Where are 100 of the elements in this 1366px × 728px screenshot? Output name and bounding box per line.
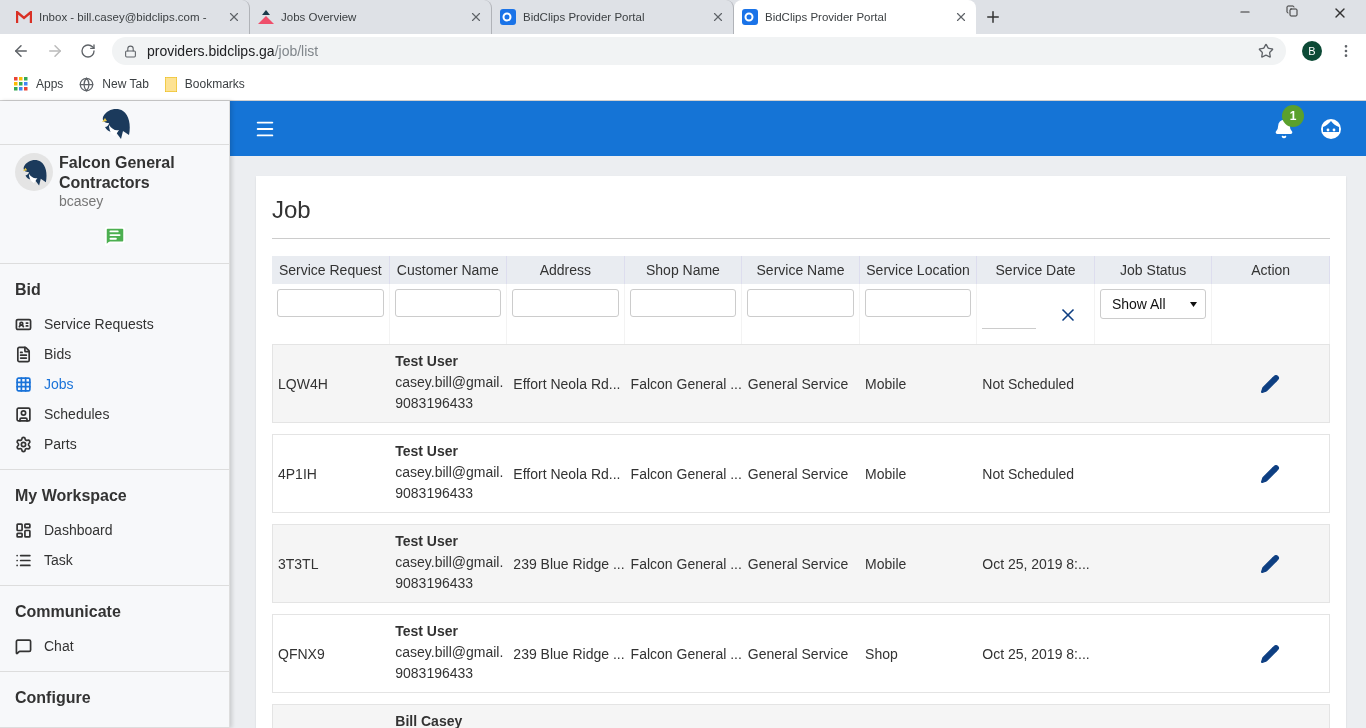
bookmark-link[interactable]: New Tab xyxy=(102,77,149,91)
browser-tab[interactable]: BidClips Provider Portal xyxy=(734,0,976,34)
section-heading: Bid xyxy=(15,281,42,299)
company-name: Falcon General Contractors xyxy=(59,153,176,193)
contact-icon xyxy=(15,405,32,423)
table-cell-text: Not Scheduled xyxy=(981,374,1076,394)
chat-icon xyxy=(15,637,32,655)
section-heading: Configure xyxy=(15,689,92,707)
column-header[interactable]: Job Status xyxy=(1094,256,1213,284)
customer-name: Test User xyxy=(395,352,459,371)
portal-icon xyxy=(742,9,758,25)
portal-icon xyxy=(500,9,516,25)
column-header[interactable]: Customer Name xyxy=(389,256,508,284)
nav-item[interactable]: Schedules xyxy=(15,399,214,429)
edit-button[interactable] xyxy=(1260,373,1281,394)
grid-icon xyxy=(15,375,32,393)
filter-field[interactable] xyxy=(629,289,737,317)
customer-email: casey.bill@gmail. xyxy=(395,373,504,392)
table-cell-text: Mobile xyxy=(864,554,908,574)
lock-icon xyxy=(124,44,137,58)
page-title: Job xyxy=(272,192,1330,239)
column-header[interactable]: Action xyxy=(1212,256,1330,284)
table-cell-text: Falcon General ... xyxy=(629,374,743,394)
globe-icon xyxy=(79,76,95,92)
customer-phone: 9083196433 xyxy=(395,664,475,683)
settings-icon xyxy=(15,435,32,453)
customer-phone: 9083196433 xyxy=(395,574,475,593)
filter-field[interactable] xyxy=(747,289,854,317)
nav-item[interactable]: Chat xyxy=(15,631,214,661)
dashboard-icon xyxy=(15,521,32,539)
table-cell-text: 239 Blue Ridge ... xyxy=(512,554,626,574)
customer-name: Test User xyxy=(395,442,459,461)
table-cell-text: Effort Neola Rd... xyxy=(512,464,622,484)
filter-field[interactable] xyxy=(512,289,619,317)
folder-icon xyxy=(164,76,177,92)
close-icon[interactable] xyxy=(469,10,483,24)
customer-phone: 9083196433 xyxy=(395,484,475,503)
table-cell-text: General Service xyxy=(746,374,850,394)
star-icon[interactable] xyxy=(1258,43,1274,59)
back-icon[interactable] xyxy=(12,42,30,60)
table-cell-text: 4P1IH xyxy=(277,464,318,484)
notification-badge: 1 xyxy=(1282,104,1304,127)
user-face-icon[interactable] xyxy=(1320,117,1342,140)
new-tab-icon[interactable] xyxy=(984,8,1002,26)
edit-button[interactable] xyxy=(1260,463,1281,484)
table-cell-text: Effort Neola Rd... xyxy=(512,374,622,394)
username: bcasey xyxy=(59,193,105,209)
address-field[interactable]: providers.bidclips.ga/job/list xyxy=(112,37,1286,65)
customer-phone: 9083196433 xyxy=(395,394,475,413)
close-icon[interactable] xyxy=(227,10,241,24)
nav-item[interactable]: Dashboard xyxy=(15,515,214,545)
table-cell-text: 3T3TL xyxy=(277,554,320,574)
customer-email: casey.bill@gmail. xyxy=(395,463,504,482)
column-header[interactable]: Service Request xyxy=(272,256,390,284)
profile-avatar[interactable]: B xyxy=(1302,41,1322,61)
customer-email: casey.bill@gmail. xyxy=(395,643,504,662)
table-cell-text: Falcon General ... xyxy=(629,554,743,574)
table-cell-text: General Service xyxy=(746,644,850,664)
mail-icon xyxy=(16,11,32,23)
table-cell-text: Oct 25, 2019 8:... xyxy=(981,644,1091,664)
table-cell-text: Shop xyxy=(864,644,899,664)
bookmark-link[interactable]: Apps xyxy=(36,77,64,91)
reload-icon[interactable] xyxy=(80,43,96,59)
nav-item[interactable]: Task xyxy=(15,545,214,575)
status-select[interactable]: Show All xyxy=(1099,289,1207,319)
column-header[interactable]: Address xyxy=(507,256,625,284)
section-heading: My Workspace xyxy=(15,487,128,505)
column-header[interactable]: Shop Name xyxy=(624,256,743,284)
table-cell-text: Mobile xyxy=(864,374,908,394)
edit-button[interactable] xyxy=(1260,553,1281,574)
document-icon xyxy=(15,345,32,363)
section-heading: Communicate xyxy=(15,603,122,621)
filter-field[interactable] xyxy=(864,289,972,317)
close-icon[interactable] xyxy=(711,10,725,24)
edit-button[interactable] xyxy=(1260,643,1281,664)
nav-item[interactable]: Parts xyxy=(15,429,214,459)
table-cell-text: Falcon General ... xyxy=(629,464,743,484)
table-cell-text: General Service xyxy=(746,554,850,574)
table-cell-text: Mobile xyxy=(864,464,908,484)
column-header[interactable]: Service Name xyxy=(742,256,860,284)
message-icon[interactable] xyxy=(103,225,126,247)
nav-item[interactable]: Bids xyxy=(15,339,214,369)
table-cell-text: 239 Blue Ridge ... xyxy=(512,644,626,664)
filter-field[interactable] xyxy=(277,289,384,317)
table-cell-text: LQW4H xyxy=(277,374,329,394)
customer-name: Bill Casey xyxy=(395,712,464,728)
column-header[interactable]: Service Location xyxy=(859,256,978,284)
triangle-icon xyxy=(258,10,274,24)
nav-item[interactable]: Jobs xyxy=(15,369,214,399)
close-icon[interactable] xyxy=(954,10,968,24)
bookmark-link[interactable]: Bookmarks xyxy=(184,77,245,91)
table-cell-text: Oct 25, 2019 8:... xyxy=(981,554,1091,574)
filter-field[interactable] xyxy=(394,289,502,317)
restore-icon[interactable] xyxy=(1286,5,1298,17)
customer-name: Test User xyxy=(395,622,459,641)
apps-icon xyxy=(14,77,28,91)
column-header[interactable]: Service Date xyxy=(977,256,1095,284)
dropdown-arrow-icon xyxy=(1190,301,1198,307)
nav-item[interactable]: Service Requests xyxy=(15,309,214,339)
table-cell-text: Not Scheduled xyxy=(981,464,1076,484)
